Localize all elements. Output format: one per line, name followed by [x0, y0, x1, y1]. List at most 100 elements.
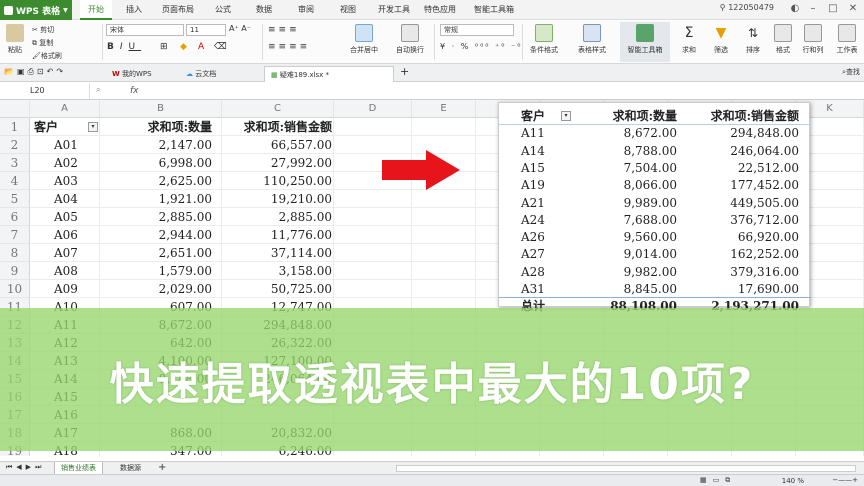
top10-cell[interactable]: 449,505.00 [685, 194, 799, 212]
tab-cloud-docs[interactable]: ☁ 云文档 [180, 66, 222, 82]
left-pivot-cell[interactable]: A01 [34, 136, 94, 154]
quick-access-toolbar[interactable]: 📂▣⎙⊡↶↷ [4, 67, 66, 77]
fill-color-button[interactable]: ◆ [180, 42, 187, 52]
zoom-magnifier-icon[interactable]: ⌕ [96, 85, 100, 95]
left-pivot-cell[interactable]: 2,029.00 [100, 280, 212, 298]
top10-cell[interactable]: 379,316.00 [685, 263, 799, 281]
sum-button[interactable]: Σ 求和 [674, 22, 704, 62]
top10-cell[interactable]: 8,672.00 [577, 124, 677, 142]
top10-cell[interactable]: A31 [509, 280, 579, 298]
minimize-icon[interactable]: – [806, 2, 820, 16]
top10-cell[interactable]: 7,504.00 [577, 159, 677, 177]
close-icon[interactable]: ✕ [846, 2, 860, 16]
top10-cell[interactable]: A27 [509, 245, 579, 263]
menu-tab-8[interactable]: 开发工具 [378, 0, 410, 20]
conditional-format-button[interactable]: 条件格式 [524, 22, 564, 62]
left-pivot-header[interactable]: 客户 [34, 118, 94, 136]
border-button[interactable]: ⊞ [160, 42, 168, 52]
font-name-select[interactable]: 宋体 [106, 24, 184, 36]
top10-cell[interactable]: 22,512.00 [685, 159, 799, 177]
add-sheet-button[interactable]: + [158, 462, 166, 473]
number-format-select[interactable]: 常规 [440, 24, 514, 36]
top10-cell[interactable]: 7,688.00 [577, 211, 677, 229]
left-pivot-cell[interactable]: A07 [34, 244, 94, 262]
underline-icon[interactable]: U [129, 42, 142, 52]
paste-button[interactable]: 粘贴 [2, 22, 28, 62]
top10-cell[interactable]: A24 [509, 211, 579, 229]
font-color-button[interactable]: A [198, 42, 204, 52]
row-header-8[interactable]: 8 [0, 244, 30, 262]
copy-button[interactable]: ⧉ 复制 [32, 38, 53, 48]
left-pivot-cell[interactable]: 2,625.00 [100, 172, 212, 190]
zoom-slider[interactable]: −——+ [832, 476, 858, 484]
filter-button[interactable]: ▼ 筛选 [706, 22, 736, 62]
top10-cell[interactable]: 9,982.00 [577, 263, 677, 281]
left-pivot-cell[interactable]: A08 [34, 262, 94, 280]
top10-header[interactable]: 求和项:数量 [577, 107, 677, 125]
left-pivot-header[interactable]: 求和项:数量 [100, 118, 212, 136]
left-pivot-cell[interactable]: A09 [34, 280, 94, 298]
top10-cell[interactable]: 177,452.00 [685, 176, 799, 194]
top10-cell[interactable]: 66,920.00 [685, 228, 799, 246]
cut-button[interactable]: ✂ 剪切 [32, 25, 54, 35]
column-header-b[interactable]: B [100, 100, 222, 118]
clear-format-button[interactable]: ⌫ [214, 42, 227, 52]
top10-cell[interactable]: A21 [509, 194, 579, 212]
bold-icon[interactable]: B [107, 42, 120, 52]
row-header-7[interactable]: 7 [0, 226, 30, 244]
menu-tab-6[interactable]: 审阅 [298, 0, 314, 20]
format-painter-button[interactable]: 🖌格式刷 [32, 51, 62, 61]
column-header-d[interactable]: D [334, 100, 412, 118]
left-pivot-cell[interactable]: A05 [34, 208, 94, 226]
top10-cell[interactable]: 9,989.00 [577, 194, 677, 212]
horizontal-scrollbar[interactable] [396, 465, 856, 472]
menu-tab-7[interactable]: 视图 [340, 0, 356, 20]
top10-cell[interactable]: 17,690.00 [685, 280, 799, 298]
table-style-button[interactable]: 表格样式 [572, 22, 612, 62]
tab-current-file[interactable]: ▦ 疑难189.xlsx * [264, 66, 394, 82]
menu-tab-10[interactable]: 智能工具箱 [474, 0, 514, 20]
row-header-10[interactable]: 10 [0, 280, 30, 298]
new-tab-button[interactable]: + [400, 65, 409, 78]
user-account[interactable]: ⚲ 122050479 [720, 3, 774, 12]
fx-icon[interactable]: fx [130, 83, 139, 99]
left-pivot-cell[interactable]: 66,557.00 [222, 136, 332, 154]
zoom-level[interactable]: 140 % [782, 475, 804, 486]
top10-cell[interactable]: A14 [509, 142, 579, 160]
skin-icon[interactable]: ◐ [788, 2, 802, 16]
tab-my-wps[interactable]: W 我的WPS [106, 66, 158, 82]
italic-icon[interactable]: I [120, 42, 129, 52]
row-header-5[interactable]: 5 [0, 190, 30, 208]
menu-tab-2[interactable]: 插入 [126, 0, 142, 20]
format-button[interactable]: 格式 [768, 22, 798, 62]
sort-button[interactable]: ⇅ 排序 [738, 22, 768, 62]
top10-cell[interactable]: 246,064.00 [685, 142, 799, 160]
left-pivot-cell[interactable]: 1,921.00 [100, 190, 212, 208]
row-header-9[interactable]: 9 [0, 262, 30, 280]
row-header-4[interactable]: 4 [0, 172, 30, 190]
font-style-buttons[interactable]: BIU [107, 42, 141, 52]
menu-tab-3[interactable]: 页面布局 [162, 0, 194, 20]
top10-cell[interactable]: A28 [509, 263, 579, 281]
left-pivot-cell[interactable]: 11,776.00 [222, 226, 332, 244]
row-header-3[interactable]: 3 [0, 154, 30, 172]
find-button[interactable]: ⌕查找 [842, 67, 860, 77]
left-pivot-cell[interactable]: 1,579.00 [100, 262, 212, 280]
left-pivot-cell[interactable]: A04 [34, 190, 94, 208]
row-col-button[interactable]: 行和列 [798, 22, 828, 62]
row-header-2[interactable]: 2 [0, 136, 30, 154]
top10-header[interactable]: 求和项:销售金额 [685, 107, 799, 125]
top10-cell[interactable]: A26 [509, 228, 579, 246]
top10-cell[interactable]: A15 [509, 159, 579, 177]
number-format-buttons[interactable]: ¥ · % ⁰⁰⁰ ⁺⁰ ⁻⁰ [440, 42, 522, 51]
worksheet-button[interactable]: 工作表 [830, 22, 864, 62]
font-size-select[interactable]: 11 [186, 24, 226, 36]
top10-cell[interactable]: 294,848.00 [685, 124, 799, 142]
left-pivot-cell[interactable]: 50,725.00 [222, 280, 332, 298]
top10-cell[interactable]: A11 [509, 124, 579, 142]
name-box[interactable]: L20 [0, 83, 90, 99]
top10-cell[interactable]: 8,788.00 [577, 142, 677, 160]
left-pivot-cell[interactable]: A03 [34, 172, 94, 190]
top10-cell[interactable]: 8,845.00 [577, 280, 677, 298]
top10-cell[interactable]: 8,066.00 [577, 176, 677, 194]
